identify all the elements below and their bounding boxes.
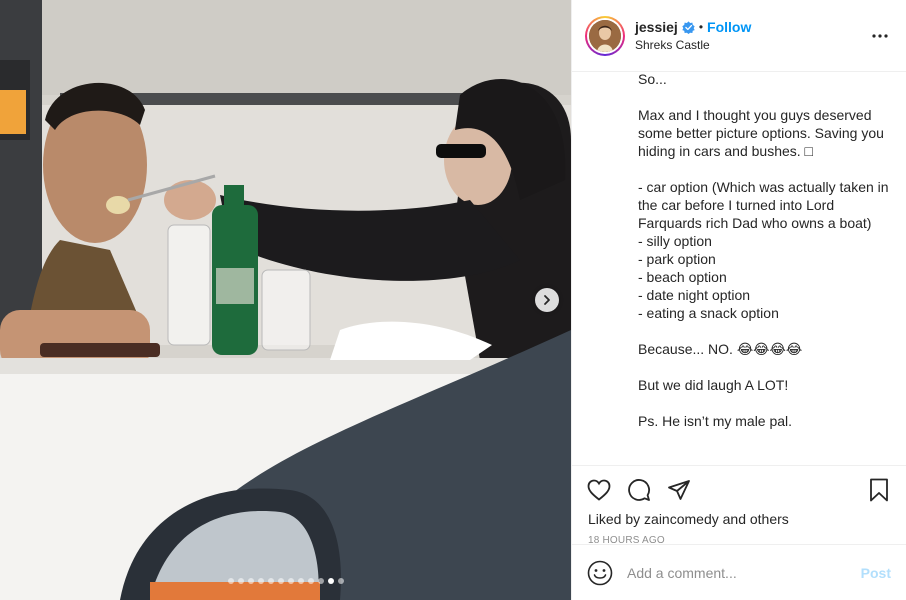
caption-line <box>638 160 890 178</box>
caption-line: Because... NO. 😂😂😂😂 <box>638 341 803 357</box>
caption-line <box>638 394 890 412</box>
comment-input[interactable] <box>627 564 861 581</box>
location-link[interactable]: Shreks Castle <box>635 38 868 52</box>
post-header: jessiej • Follow Shreks Castle <box>572 0 906 72</box>
comment-button[interactable] <box>626 477 652 503</box>
carousel-dot <box>237 578 244 584</box>
follow-button[interactable]: Follow <box>707 19 751 35</box>
username-link[interactable]: jessiej <box>635 19 678 35</box>
carousel-dot <box>327 578 334 584</box>
avatar[interactable] <box>585 15 625 56</box>
more-horizontal-icon <box>872 33 888 38</box>
post-photo[interactable] <box>0 0 571 600</box>
bookmark-icon <box>870 478 888 501</box>
caption-line: Ps. He isn’t my male pal. <box>638 413 793 429</box>
caption-line: - beach option <box>638 269 727 285</box>
caption-line: - silly option <box>638 233 712 249</box>
post-side-panel: jessiej • Follow Shreks Castle So... Max… <box>571 0 906 600</box>
dot-separator: • <box>698 20 704 34</box>
caption-text: So... Max and I thought you guys deserve… <box>638 72 890 430</box>
post-comment-button[interactable]: Post <box>861 565 891 581</box>
caption-line <box>638 322 890 340</box>
caption-line: So... <box>638 72 667 87</box>
share-icon <box>668 479 690 500</box>
caption-line <box>638 88 890 106</box>
previous-slide-edge <box>0 288 8 312</box>
emoji-icon[interactable] <box>587 560 613 586</box>
carousel-indicator <box>0 578 571 584</box>
carousel-dot <box>267 578 274 584</box>
carousel-dot <box>307 578 314 584</box>
carousel-dot <box>227 578 234 584</box>
avatar-image <box>589 19 621 52</box>
post-image <box>0 0 571 600</box>
next-slide-button[interactable] <box>535 288 559 312</box>
caption-area: So... Max and I thought you guys deserve… <box>572 72 906 465</box>
caption-line: Max and I thought you guys deserved some… <box>638 107 888 159</box>
more-options-button[interactable] <box>868 24 892 48</box>
caption-line: - eating a snack option <box>638 305 779 321</box>
action-bar <box>572 465 906 513</box>
carousel-dot <box>337 578 344 584</box>
carousel-dot <box>297 578 304 584</box>
carousel-dot <box>247 578 254 584</box>
instagram-post-view: jessiej • Follow Shreks Castle So... Max… <box>0 0 906 600</box>
verified-badge-icon <box>682 20 695 34</box>
header-text: jessiej • Follow Shreks Castle <box>635 19 868 52</box>
likes-summary[interactable]: Liked by zaincomedy and others <box>572 511 906 527</box>
caption-line: - date night option <box>638 287 751 303</box>
caption-line: But we did laugh A LOT! <box>638 377 789 393</box>
like-button[interactable] <box>586 477 612 503</box>
carousel-dot <box>287 578 294 584</box>
share-button[interactable] <box>666 477 692 503</box>
comment-icon <box>628 478 650 501</box>
caption-line: - park option <box>638 251 716 267</box>
carousel-dot <box>277 578 284 584</box>
avatar-border <box>587 17 623 54</box>
heart-icon <box>587 479 611 501</box>
comment-bar: Post <box>572 544 906 600</box>
chevron-right-icon <box>544 295 550 305</box>
name-row: jessiej • Follow <box>635 19 868 35</box>
save-button[interactable] <box>866 477 892 503</box>
carousel-dot <box>257 578 264 584</box>
caption-line <box>638 358 890 376</box>
carousel-dot <box>317 578 324 584</box>
caption-line: - car option (Which was actually taken i… <box>638 179 893 231</box>
